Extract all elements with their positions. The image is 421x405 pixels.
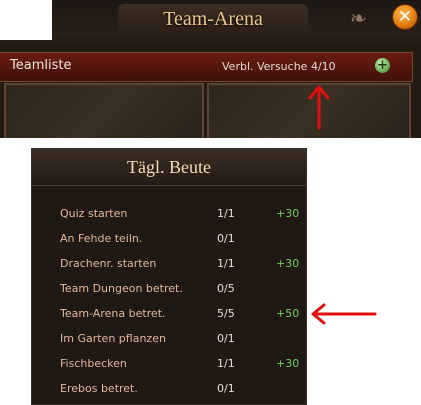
task-bonus: +30 <box>276 257 300 270</box>
team-slot-left[interactable] <box>4 83 204 138</box>
task-name: Quiz starten <box>60 207 128 220</box>
teamliste-label: Teamliste <box>10 58 72 73</box>
task-name: Erebos betret. <box>60 382 138 395</box>
task-bonus: +30 <box>276 207 300 220</box>
task-bonus: +50 <box>276 307 300 320</box>
task-progress: 5/5 <box>217 307 235 320</box>
add-attempts-button[interactable]: + <box>375 58 390 73</box>
list-item: An Fehde teiln. 0/1 <box>32 229 306 254</box>
task-progress: 1/1 <box>217 207 235 220</box>
list-item: Drachenr. starten 1/1 +30 <box>32 254 306 279</box>
plus-icon: + <box>377 58 388 73</box>
list-item: Quiz starten 1/1 +30 <box>32 204 306 229</box>
list-item: Fischbecken 1/1 +30 <box>32 354 306 379</box>
task-bonus: +30 <box>276 357 300 370</box>
task-name: Team-Arena betret. <box>60 307 166 320</box>
daily-loot-title: Tägl. Beute <box>127 157 211 177</box>
close-icon: ✕ <box>397 7 413 27</box>
list-item: Team Dungeon betret. 0/5 <box>32 279 306 304</box>
remaining-attempts-label: Verbl. Versuche 4/10 <box>222 60 336 73</box>
task-name: Im Garten pflanzen <box>60 332 166 345</box>
list-item: Im Garten pflanzen 0/1 <box>32 329 306 354</box>
close-button[interactable]: ✕ <box>392 4 418 30</box>
daily-loot-panel: Tägl. Beute Quiz starten 1/1 +30 An Fehd… <box>31 148 307 405</box>
list-item: Erebos betret. 0/1 <box>32 379 306 404</box>
white-patch <box>0 0 52 40</box>
ornament-icon: ❧ <box>350 6 367 30</box>
window-title: Team-Arena <box>163 8 263 30</box>
task-name: An Fehde teiln. <box>60 232 143 245</box>
task-name: Drachenr. starten <box>60 257 157 270</box>
task-progress: 1/1 <box>217 257 235 270</box>
task-progress: 0/5 <box>217 282 235 295</box>
red-arrow-up-icon <box>308 85 330 130</box>
red-arrow-left-icon <box>311 303 377 325</box>
list-item: Team-Arena betret. 5/5 +50 <box>32 304 306 329</box>
task-name: Fischbecken <box>60 357 127 370</box>
task-progress: 1/1 <box>217 357 235 370</box>
task-progress: 0/1 <box>217 332 235 345</box>
team-arena-window: Team-Arena ❧ ✕ Teamliste Verbl. Versuche… <box>0 0 421 138</box>
task-progress: 0/1 <box>217 382 235 395</box>
task-progress: 0/1 <box>217 232 235 245</box>
task-name: Team Dungeon betret. <box>60 282 183 295</box>
daily-loot-list: Quiz starten 1/1 +30 An Fehde teiln. 0/1… <box>32 204 306 404</box>
